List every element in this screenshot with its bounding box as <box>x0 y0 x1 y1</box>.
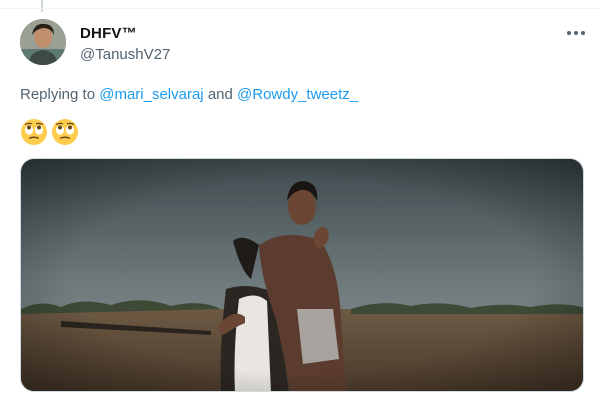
face-with-rolling-eyes-emoji <box>52 119 78 145</box>
mention-link-rowdy-tweetz[interactable]: @Rowdy_tweetz_ <box>237 86 358 103</box>
tweet-text <box>20 118 79 146</box>
mention-link-mari-selvaraj[interactable]: @mari_selvaraj <box>99 86 203 103</box>
user-handle[interactable]: @TanushV27 <box>80 46 170 63</box>
tweet-media-image[interactable] <box>20 158 584 392</box>
display-name[interactable]: DHFV™ <box>80 25 137 42</box>
divider <box>0 8 600 9</box>
replying-to-label: Replying to <box>20 86 96 103</box>
thread-connector-line <box>41 0 43 12</box>
replying-to-joiner: and <box>207 86 233 103</box>
face-with-rolling-eyes-emoji <box>21 119 47 145</box>
more-horizontal-icon[interactable] <box>565 24 587 42</box>
replying-to: Replying to @mari_selvaraj and @Rowdy_tw… <box>20 86 358 103</box>
avatar[interactable] <box>20 19 66 65</box>
